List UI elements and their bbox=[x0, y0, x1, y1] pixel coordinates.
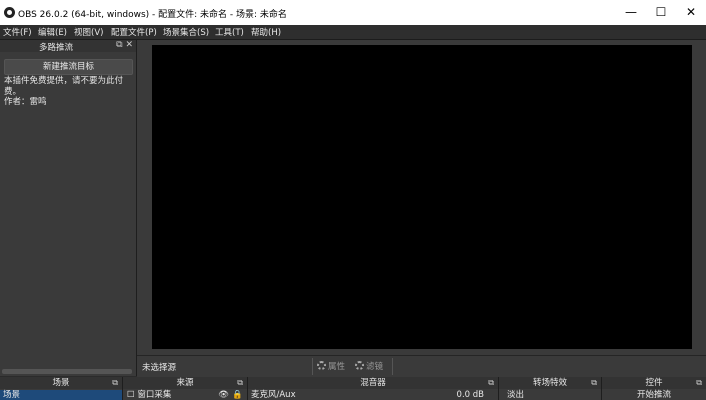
source-item[interactable]: ☐ 窗口采集 👁 🔒 bbox=[123, 390, 247, 400]
window-title: OBS 26.0.2 (64-bit, windows) - 配置文件: 未命名… bbox=[18, 10, 287, 20]
gear-icon bbox=[317, 361, 326, 370]
close-button[interactable]: ✕ bbox=[676, 0, 706, 25]
source-toolbar: 未选择源 属性 滤镜 bbox=[137, 355, 706, 377]
new-stream-target-button[interactable]: 新建推流目标 bbox=[4, 59, 133, 75]
dock-header: 多路推流 ⧉ ✕ bbox=[0, 40, 136, 53]
horizontal-scrollbar[interactable] bbox=[2, 369, 132, 374]
transitions-dock: 转场特效 ⧉ 淡出 bbox=[499, 377, 602, 400]
minimize-button[interactable]: — bbox=[616, 0, 646, 25]
sources-float-icon[interactable]: ⧉ bbox=[237, 377, 243, 389]
controls-float-icon[interactable]: ⧉ bbox=[696, 377, 702, 389]
properties-button[interactable]: 属性 bbox=[317, 360, 345, 372]
start-streaming-button[interactable]: 开始推流 bbox=[602, 390, 706, 400]
scenes-dock: 场景 ⧉ 场景 bbox=[0, 377, 123, 400]
preview-canvas[interactable] bbox=[152, 45, 692, 349]
filter-icon bbox=[355, 361, 364, 370]
close-dock-icon[interactable]: ✕ bbox=[125, 40, 133, 50]
eye-icon[interactable]: 👁 bbox=[218, 390, 229, 400]
bottom-docks: 场景 ⧉ 场景 来源 ⧉ ☐ 窗口采集 👁 🔒 混音器 ⧉ 麦克风/Aux 0.0 d… bbox=[0, 377, 706, 400]
menu-tools[interactable]: 工具(T) bbox=[215, 26, 244, 38]
sources-dock: 来源 ⧉ ☐ 窗口采集 👁 🔒 bbox=[123, 377, 248, 400]
preview-area bbox=[137, 40, 706, 355]
transitions-float-icon[interactable]: ⧉ bbox=[591, 377, 597, 389]
mixer-float-icon[interactable]: ⧉ bbox=[488, 377, 494, 389]
float-icon[interactable]: ⧉ bbox=[116, 40, 122, 50]
controls-title: 控件 bbox=[645, 378, 663, 388]
multi-stream-dock: 多路推流 ⧉ ✕ 新建推流目标 本插件免费提供，请不要为此付费。 作者：雷鸣 bbox=[0, 40, 137, 376]
transition-select[interactable]: 淡出 bbox=[499, 390, 601, 400]
mixer-title: 混音器 bbox=[360, 378, 386, 388]
dock-title: 多路推流 bbox=[38, 43, 73, 53]
scenes-title: 场景 bbox=[52, 378, 70, 388]
filters-button[interactable]: 滤镜 bbox=[355, 360, 383, 372]
obs-logo-icon bbox=[4, 7, 15, 18]
scene-item[interactable]: 场景 bbox=[0, 390, 122, 400]
controls-dock: 控件 ⧉ 开始推流 bbox=[602, 377, 706, 400]
transitions-title: 转场特效 bbox=[532, 378, 567, 388]
no-source-label: 未选择源 bbox=[142, 363, 177, 373]
mixer-channel-label: 麦克风/Aux bbox=[251, 390, 296, 400]
menu-bar: 文件(F) 编辑(E) 视图(V) 配置文件(P) 场景集合(S) 工具(T) … bbox=[0, 25, 706, 40]
menu-edit[interactable]: 编辑(E) bbox=[38, 26, 67, 38]
plugin-notice: 本插件免费提供，请不要为此付费。 bbox=[4, 76, 124, 97]
menu-view[interactable]: 视图(V) bbox=[74, 26, 103, 38]
lock-icon[interactable]: 🔒 bbox=[232, 390, 243, 400]
mixer-channel: 麦克风/Aux 0.0 dB bbox=[248, 390, 498, 400]
maximize-button[interactable]: ☐ bbox=[646, 0, 676, 25]
mixer-level: 0.0 dB bbox=[456, 390, 484, 400]
menu-file[interactable]: 文件(F) bbox=[3, 26, 32, 38]
title-bar: OBS 26.0.2 (64-bit, windows) - 配置文件: 未命名… bbox=[0, 0, 706, 25]
plugin-author: 作者：雷鸣 bbox=[4, 97, 47, 107]
menu-profile[interactable]: 配置文件(P) bbox=[111, 26, 157, 38]
menu-help[interactable]: 帮助(H) bbox=[251, 26, 281, 38]
mixer-dock: 混音器 ⧉ 麦克风/Aux 0.0 dB bbox=[248, 377, 499, 400]
source-item-label: 窗口采集 bbox=[137, 390, 172, 400]
window-icon: ☐ bbox=[127, 390, 135, 400]
sources-title: 来源 bbox=[176, 378, 194, 388]
scenes-float-icon[interactable]: ⧉ bbox=[112, 377, 118, 389]
menu-scene-collection[interactable]: 场景集合(S) bbox=[163, 26, 209, 38]
